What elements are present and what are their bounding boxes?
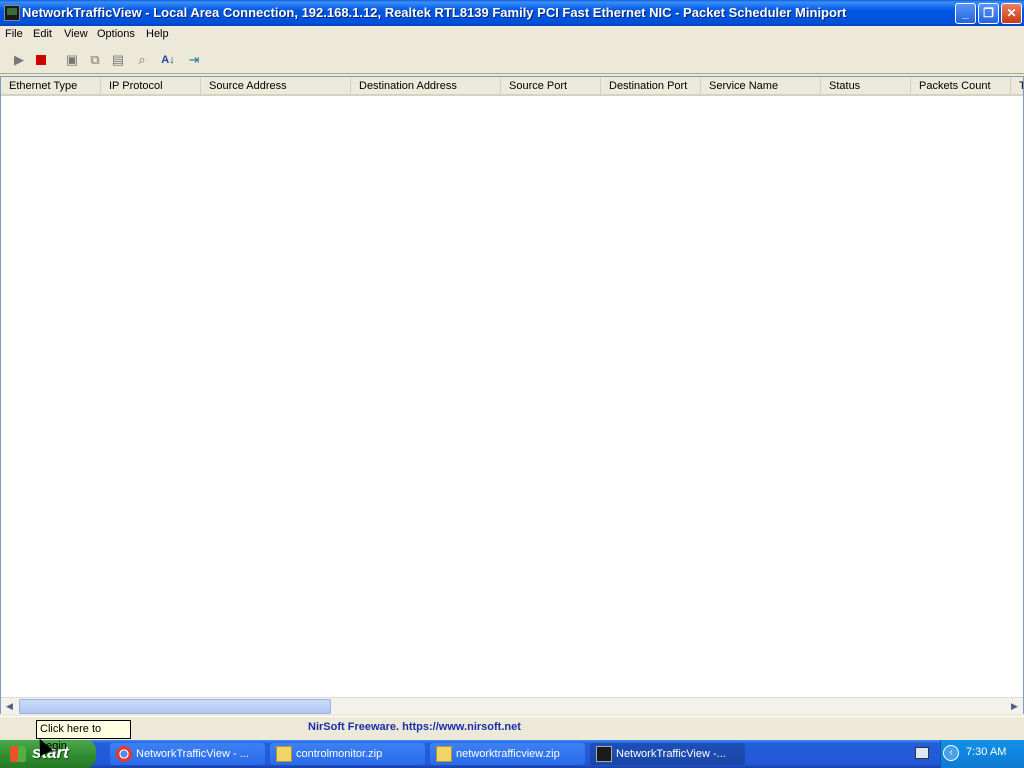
task-label: networktrafficview.zip <box>456 748 560 760</box>
exit-icon[interactable]: ⇥ <box>185 51 203 69</box>
sort-icon[interactable]: A↓ <box>156 51 180 69</box>
play-icon[interactable]: ▶ <box>10 51 28 69</box>
keyboard-icon[interactable] <box>915 747 929 759</box>
zip-folder-icon <box>436 746 452 762</box>
column-header: Ethernet Type IP Protocol Source Address… <box>1 77 1023 96</box>
app-window: NetworkTrafficView - Local Area Connecti… <box>0 0 1024 740</box>
task-label: NetworkTrafficView -... <box>616 748 726 760</box>
column-packets-count[interactable]: Packets Count <box>911 77 1011 96</box>
title-bar[interactable]: NetworkTrafficView - Local Area Connecti… <box>0 0 1024 26</box>
close-button[interactable]: ✕ <box>1001 3 1022 24</box>
taskbar-item-networktrafficview[interactable]: NetworkTrafficView -... <box>590 743 745 765</box>
menu-help[interactable]: Help <box>146 28 169 40</box>
scroll-left-icon[interactable]: ◀ <box>2 699 17 714</box>
status-bar: NirSoft Freeware. https://www.nirsoft.ne… <box>0 716 1024 738</box>
restore-button[interactable]: ❐ <box>978 3 999 24</box>
taskbar-item-zip-1[interactable]: controlmonitor.zip <box>270 743 425 765</box>
column-destination-port[interactable]: Destination Port <box>601 77 701 96</box>
taskbar: start NetworkTrafficView - ... controlmo… <box>0 740 1024 768</box>
app-icon <box>596 746 612 762</box>
menu-edit[interactable]: Edit <box>33 28 52 40</box>
task-label: controlmonitor.zip <box>296 748 383 760</box>
column-source-address[interactable]: Source Address <box>201 77 351 96</box>
start-tooltip: Click here to begin <box>36 720 131 752</box>
stop-icon[interactable] <box>32 51 50 69</box>
menu-options[interactable]: Options <box>97 28 135 40</box>
find-icon[interactable]: ⌕ <box>133 51 151 69</box>
menu-file[interactable]: File <box>5 28 23 40</box>
save-icon[interactable]: ▣ <box>63 51 81 69</box>
toolbar: ▶ ▣ ⧉ ▤ ⌕ A↓ ⇥ <box>0 46 1024 74</box>
packet-list[interactable]: Ethernet Type IP Protocol Source Address… <box>0 76 1024 714</box>
app-icon[interactable] <box>4 5 20 21</box>
nirsoft-link[interactable]: NirSoft Freeware. https://www.nirsoft.ne… <box>308 721 521 733</box>
copy-icon[interactable]: ⧉ <box>86 51 104 69</box>
scrollbar-thumb[interactable] <box>19 699 331 714</box>
clock[interactable]: 7:30 AM <box>966 746 1006 758</box>
minimize-button[interactable]: _ <box>955 3 976 24</box>
column-truncated[interactable]: T <box>1011 77 1023 96</box>
menu-view[interactable]: View <box>64 28 88 40</box>
taskbar-item-browser[interactable]: NetworkTrafficView - ... <box>110 743 265 765</box>
horizontal-scrollbar[interactable]: ◀ ▶ <box>1 697 1023 714</box>
show-hidden-icons-icon[interactable]: ‹ <box>943 745 959 761</box>
scroll-right-icon[interactable]: ▶ <box>1007 699 1022 714</box>
chrome-icon <box>116 746 132 762</box>
column-source-port[interactable]: Source Port <box>501 77 601 96</box>
menu-bar: File Edit View Options Help <box>0 26 1024 45</box>
windows-logo-icon <box>10 746 26 762</box>
properties-icon[interactable]: ▤ <box>109 51 127 69</box>
zip-folder-icon <box>276 746 292 762</box>
column-service-name[interactable]: Service Name <box>701 77 821 96</box>
column-status[interactable]: Status <box>821 77 911 96</box>
column-ethernet-type[interactable]: Ethernet Type <box>1 77 101 96</box>
task-label: NetworkTrafficView - ... <box>136 748 249 760</box>
window-title: NetworkTrafficView - Local Area Connecti… <box>22 5 847 20</box>
taskbar-item-zip-2[interactable]: networktrafficview.zip <box>430 743 585 765</box>
column-destination-address[interactable]: Destination Address <box>351 77 501 96</box>
column-ip-protocol[interactable]: IP Protocol <box>101 77 201 96</box>
